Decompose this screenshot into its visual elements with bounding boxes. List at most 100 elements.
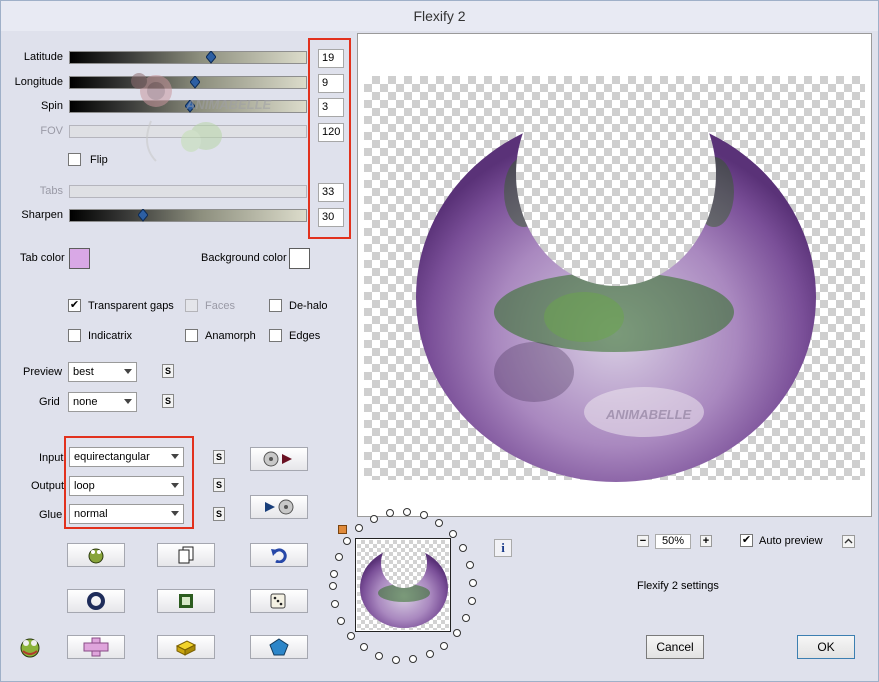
navigator-ring-dot — [334, 553, 343, 562]
navigator-ring-dot — [409, 655, 418, 664]
edges-checkbox[interactable] — [269, 329, 282, 342]
chevron-down-icon — [124, 369, 132, 374]
navigator-ring-dot — [435, 518, 444, 527]
faces-checkbox[interactable] — [185, 299, 198, 312]
latitude-label: Latitude — [23, 51, 63, 63]
transparent-gaps-label: Transparent gaps — [88, 300, 174, 312]
navigator-ring-dot — [391, 655, 400, 664]
input-select[interactable]: equirectangular — [69, 447, 184, 467]
cross-button[interactable] — [67, 635, 125, 659]
navigator-ring-dot — [347, 631, 356, 640]
output-s-button[interactable]: S — [213, 478, 225, 492]
tab-color-swatch[interactable] — [69, 248, 90, 269]
longitude-label: Longitude — [14, 76, 63, 88]
transparent-gaps-checkbox[interactable]: ✔ — [68, 299, 81, 312]
undo-button[interactable] — [250, 543, 308, 567]
preview-pane[interactable]: ANIMABELLE — [357, 33, 872, 517]
chevron-down-icon — [171, 511, 179, 516]
navigator-ring-dot — [360, 643, 369, 652]
gem-icon — [269, 638, 289, 656]
navigator-ring-dot — [468, 578, 477, 587]
grid-select-value: none — [73, 396, 98, 408]
title-bar: Flexify 2 — [1, 1, 878, 31]
window-title: Flexify 2 — [413, 8, 466, 24]
zoom-level[interactable]: 50% — [655, 534, 691, 549]
ring-button[interactable] — [67, 589, 125, 613]
navigator-ring-dot — [466, 560, 475, 569]
spin-value[interactable]: 3 — [318, 98, 344, 117]
navigator-thumbnail[interactable] — [355, 538, 451, 632]
sharpen-slider-thumb[interactable] — [137, 209, 148, 222]
longitude-value[interactable]: 9 — [318, 74, 344, 93]
frog-icon — [88, 548, 104, 564]
flip-label: Flip — [90, 154, 108, 166]
output-select[interactable]: loop — [69, 476, 184, 496]
latitude-value[interactable]: 19 — [318, 49, 344, 68]
background-color-label: Background color — [201, 252, 287, 264]
square-icon — [179, 594, 193, 608]
anamorph-label: Anamorph — [205, 330, 256, 342]
navigator-ring-dot — [448, 530, 457, 538]
input-select-value: equirectangular — [74, 451, 150, 463]
tabs-slider[interactable] — [69, 185, 307, 198]
auto-preview-checkbox[interactable]: ✔ — [740, 534, 753, 547]
glue-select[interactable]: normal — [69, 504, 184, 524]
square-button[interactable] — [157, 589, 215, 613]
grid-s-button[interactable]: S — [162, 394, 174, 408]
brick-button[interactable] — [157, 635, 215, 659]
de-halo-checkbox[interactable] — [269, 299, 282, 312]
navigator-ring-dot — [375, 651, 384, 660]
tabs-value[interactable]: 33 — [318, 183, 344, 202]
chevron-up-icon — [844, 538, 853, 544]
thumbnail-image — [360, 548, 448, 628]
cancel-button[interactable]: Cancel — [646, 635, 704, 659]
glue-s-button[interactable]: S — [213, 507, 225, 521]
ok-button[interactable]: OK — [797, 635, 855, 659]
watermark-text: ANIMABELLE — [186, 97, 272, 112]
fov-value[interactable]: 120 — [318, 123, 344, 142]
brick-icon — [175, 640, 197, 656]
checkmark-icon: ✔ — [69, 299, 80, 311]
anamorph-checkbox[interactable] — [185, 329, 198, 342]
load-input-button[interactable] — [250, 447, 308, 471]
de-halo-label: De-halo — [289, 300, 328, 312]
indicatrix-checkbox[interactable] — [68, 329, 81, 342]
sharpen-value[interactable]: 30 — [318, 208, 344, 227]
glue-label: Glue — [39, 509, 63, 521]
zoom-out-button[interactable]: − — [637, 535, 649, 547]
flexify-dialog: Flexify 2 Latitude 19 Longitude 9 Spin 3… — [0, 0, 879, 682]
dice-button[interactable] — [250, 589, 308, 613]
navigator-ring-dot — [419, 511, 428, 520]
input-s-button[interactable]: S — [213, 450, 225, 464]
chevron-down-icon — [171, 483, 179, 488]
copy-button[interactable] — [157, 543, 215, 567]
undo-icon — [271, 548, 287, 563]
tabs-label: Tabs — [39, 185, 63, 197]
info-icon[interactable]: i — [494, 539, 512, 557]
checkmark-icon: ✔ — [741, 534, 752, 546]
copy-icon — [178, 546, 194, 564]
grid-select[interactable]: none — [68, 392, 137, 412]
flip-checkbox[interactable] — [68, 153, 81, 166]
save-output-button[interactable] — [250, 495, 308, 519]
random-button[interactable] — [67, 543, 125, 567]
preview-s-button[interactable]: S — [162, 364, 174, 378]
preview-select[interactable]: best — [68, 362, 137, 382]
faces-label: Faces — [205, 300, 235, 312]
navigator-ring-dot — [337, 616, 346, 625]
sharpen-slider[interactable] — [69, 209, 307, 222]
navigator-handle[interactable] — [338, 525, 347, 534]
navigator-ring-dot — [331, 599, 340, 608]
collapse-button[interactable] — [842, 535, 855, 548]
background-color-swatch[interactable] — [289, 248, 310, 269]
navigator-ring-dot — [329, 570, 338, 579]
navigator-ring-dot — [440, 641, 449, 650]
edges-label: Edges — [289, 330, 321, 342]
zoom-in-button[interactable]: + — [700, 535, 712, 547]
glue-select-value: normal — [74, 508, 108, 520]
navigator-ring-dot — [459, 544, 468, 553]
gem-button[interactable] — [250, 635, 308, 659]
preview-label: Preview — [23, 366, 63, 378]
preview-image — [416, 112, 816, 482]
indicatrix-label: Indicatrix — [88, 330, 133, 342]
